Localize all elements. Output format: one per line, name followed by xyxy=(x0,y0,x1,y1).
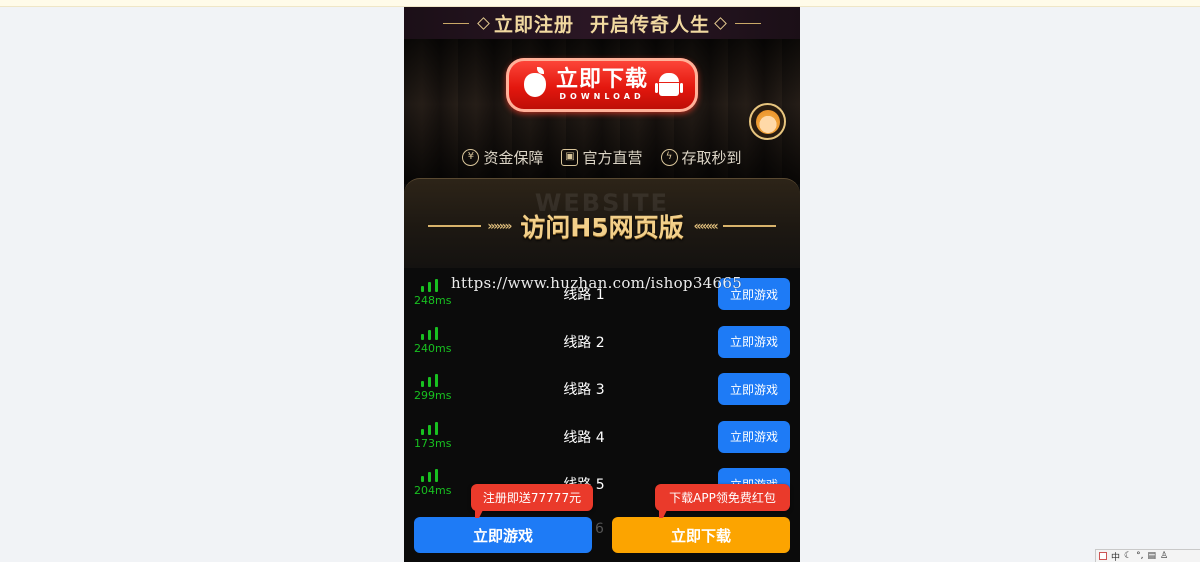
diamond-icon xyxy=(714,16,727,30)
app-redpacket-tip: 下载APP领免费红包 xyxy=(655,484,790,518)
browser-notice-strip xyxy=(0,0,1200,7)
download-button-label: 立即下载 xyxy=(555,67,648,92)
download-button-text: 立即下载 DOWNLOAD xyxy=(556,68,648,102)
route-row: 299ms 线路 3 立即游戏 xyxy=(404,363,800,411)
banner-register-text: 立即注册 xyxy=(493,13,574,36)
chevrons-left-icon: «««« xyxy=(693,219,719,233)
route-play-button[interactable]: 立即游戏 xyxy=(718,325,790,358)
h5-version-panel: WEBSITE »»»» 访问H5网页版 «««« xyxy=(404,178,800,268)
feature-official: ▣ 官方直营 xyxy=(561,145,643,169)
banner-rule-left xyxy=(442,22,469,24)
apple-icon xyxy=(524,67,546,97)
app-download-button[interactable]: 立即下载 DOWNLOAD xyxy=(506,58,698,112)
route-name: 线路 3 xyxy=(563,382,605,398)
yen-coin-icon: ¥ xyxy=(462,148,480,166)
signal-icon xyxy=(419,421,443,435)
route-latency: 204ms xyxy=(414,484,452,497)
ime-logo-icon xyxy=(1099,552,1107,560)
signal-icon xyxy=(419,278,443,292)
signal-icon xyxy=(419,373,443,387)
route-latency: 299ms xyxy=(414,389,452,402)
feature-funds-safety: ¥ 资金保障 xyxy=(462,145,543,169)
route-latency: 240ms xyxy=(414,341,452,355)
signal-icon xyxy=(419,326,443,340)
url-watermark: https://www.huzhan.com/ishop34665 xyxy=(451,274,743,292)
register-bonus-tip: 注册即送77777元 xyxy=(471,484,593,518)
ime-toolbar[interactable]: 中 ☾ °, ▤ ♙ xyxy=(1095,549,1200,562)
title-rule-right xyxy=(722,225,777,227)
shirt-icon: ♙ xyxy=(1159,551,1169,561)
play-now-button[interactable]: 立即游戏 xyxy=(414,517,592,553)
feature-label: 存取秒到 xyxy=(681,148,742,167)
chevrons-right-icon: »»»» xyxy=(487,219,512,233)
feature-label: 资金保障 xyxy=(483,148,544,167)
route-name: 线路 2 xyxy=(563,334,605,351)
route-latency: 173ms xyxy=(414,436,452,450)
route-play-button[interactable]: 立即游戏 xyxy=(718,373,790,405)
signal-icon xyxy=(419,468,443,482)
customer-service-avatar[interactable] xyxy=(749,103,786,140)
download-button-sublabel: DOWNLOAD xyxy=(559,92,645,101)
hero-section: 立即下载 DOWNLOAD ¥ 资金保障 ▣ 官方直营 ϟ 存取秒到 xyxy=(404,39,800,184)
h5-title-row: »»»» 访问H5网页版 «««« xyxy=(428,209,777,243)
route-row: 173ms 线路 4 立即游戏 xyxy=(404,411,800,459)
banner-slogan-text: 开启传奇人生 xyxy=(590,13,711,36)
feature-label: 官方直营 xyxy=(582,148,643,167)
register-banner[interactable]: 立即注册 开启传奇人生 xyxy=(404,7,800,39)
h5-title: 访问H5网页版 xyxy=(520,213,684,242)
route-row: 240ms 线路 2 立即游戏 xyxy=(404,316,800,364)
route-list: 248ms 线路 1 立即游戏 240ms 线路 2 立即游戏 299ms 线路… xyxy=(404,268,800,506)
service-face-icon xyxy=(755,109,780,134)
banner-rule-right xyxy=(735,22,762,24)
title-rule-left xyxy=(428,225,482,227)
punctuation-icon: °, xyxy=(1136,551,1144,561)
android-icon xyxy=(655,71,683,99)
keyboard-icon: ▤ xyxy=(1147,551,1156,561)
route-play-button[interactable]: 立即游戏 xyxy=(718,420,790,453)
official-card-icon: ▣ xyxy=(561,148,579,166)
diamond-icon xyxy=(477,16,490,30)
feature-instant-transfer: ϟ 存取秒到 xyxy=(660,145,742,169)
lightning-icon: ϟ xyxy=(660,148,678,166)
download-now-button[interactable]: 立即下载 xyxy=(612,517,790,553)
ime-mode-label: 中 xyxy=(1111,552,1121,562)
route-latency: 248ms xyxy=(414,294,452,307)
feature-list: ¥ 资金保障 ▣ 官方直营 ϟ 存取秒到 xyxy=(404,145,800,169)
moon-icon: ☾ xyxy=(1124,551,1133,561)
route-6-peek: 6 xyxy=(595,521,604,537)
route-name: 线路 4 xyxy=(563,429,605,446)
